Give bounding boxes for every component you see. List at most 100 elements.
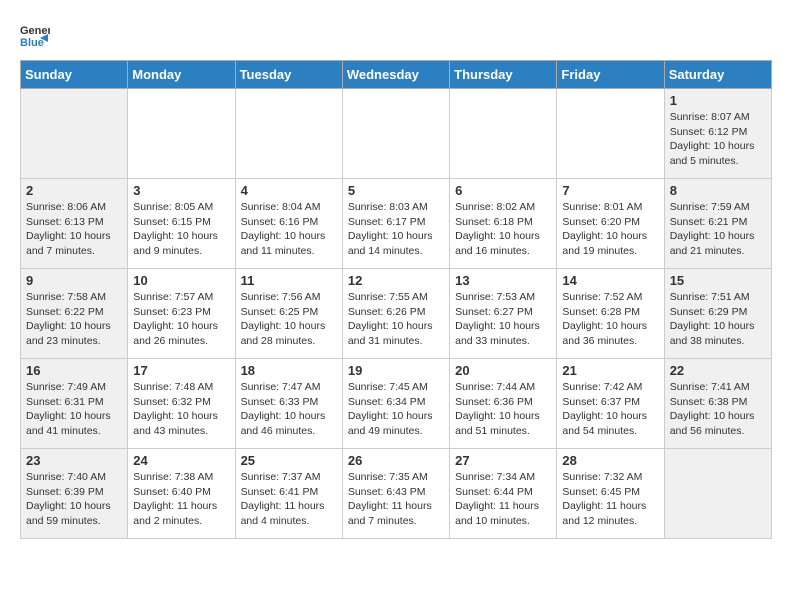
day-number: 14	[562, 273, 658, 288]
day-info: Sunrise: 8:05 AM Sunset: 6:15 PM Dayligh…	[133, 200, 229, 259]
day-number: 10	[133, 273, 229, 288]
day-cell: 27 Sunrise: 7:34 AM Sunset: 6:44 PM Dayli…	[450, 449, 557, 539]
day-cell: 11 Sunrise: 7:56 AM Sunset: 6:25 PM Dayli…	[235, 269, 342, 359]
day-number: 4	[241, 183, 337, 198]
day-number: 9	[26, 273, 122, 288]
day-cell: 26Sunrise: 7:35 AM Sunset: 6:43 PM Dayli…	[342, 449, 449, 539]
day-number: 21	[562, 363, 658, 378]
day-cell: 23 Sunrise: 7:40 AM Sunset: 6:39 PM Dayli…	[21, 449, 128, 539]
day-cell: 5Sunrise: 8:03 AM Sunset: 6:17 PM Daylig…	[342, 179, 449, 269]
day-info: Sunrise: 7:40 AM Sunset: 6:39 PM Dayligh…	[26, 470, 122, 529]
day-cell: 6 Sunrise: 8:02 AM Sunset: 6:18 PM Daylig…	[450, 179, 557, 269]
day-info: Sunrise: 7:44 AM Sunset: 6:36 PM Dayligh…	[455, 380, 551, 439]
day-info: Sunrise: 7:55 AM Sunset: 6:26 PM Dayligh…	[348, 290, 444, 349]
day-info: Sunrise: 7:38 AM Sunset: 6:40 PM Dayligh…	[133, 470, 229, 529]
logo-icon: General Blue	[20, 20, 50, 50]
day-number: 25	[241, 453, 337, 468]
day-number: 19	[348, 363, 444, 378]
svg-text:Blue: Blue	[20, 37, 44, 49]
day-info: Sunrise: 7:59 AM Sunset: 6:21 PM Dayligh…	[670, 200, 766, 259]
day-cell: 17 Sunrise: 7:48 AM Sunset: 6:32 PM Dayli…	[128, 359, 235, 449]
day-cell: 2 Sunrise: 8:06 AM Sunset: 6:13 PM Daylig…	[21, 179, 128, 269]
day-info: Sunrise: 8:07 AM Sunset: 6:12 PM Dayligh…	[670, 110, 766, 169]
weekday-header-friday: Friday	[557, 61, 664, 89]
day-number: 23	[26, 453, 122, 468]
day-number: 1	[670, 93, 766, 108]
day-number: 17	[133, 363, 229, 378]
week-row-2: 2 Sunrise: 8:06 AM Sunset: 6:13 PM Daylig…	[21, 179, 772, 269]
day-cell: 14 Sunrise: 7:52 AM Sunset: 6:28 PM Dayli…	[557, 269, 664, 359]
day-info: Sunrise: 7:58 AM Sunset: 6:22 PM Dayligh…	[26, 290, 122, 349]
day-cell: 8 Sunrise: 7:59 AM Sunset: 6:21 PM Daylig…	[664, 179, 771, 269]
week-row-4: 16 Sunrise: 7:49 AM Sunset: 6:31 PM Dayli…	[21, 359, 772, 449]
day-number: 8	[670, 183, 766, 198]
week-row-1: 1 Sunrise: 8:07 AM Sunset: 6:12 PM Daylig…	[21, 89, 772, 179]
day-number: 6	[455, 183, 551, 198]
day-number: 27	[455, 453, 551, 468]
day-cell	[664, 449, 771, 539]
day-number: 11	[241, 273, 337, 288]
day-cell	[557, 89, 664, 179]
day-info: Sunrise: 8:06 AM Sunset: 6:13 PM Dayligh…	[26, 200, 122, 259]
day-info: Sunrise: 7:37 AM Sunset: 6:41 PM Dayligh…	[241, 470, 337, 529]
header: General Blue	[20, 20, 772, 50]
day-info: Sunrise: 7:41 AM Sunset: 6:38 PM Dayligh…	[670, 380, 766, 439]
day-number: 16	[26, 363, 122, 378]
day-cell: 16 Sunrise: 7:49 AM Sunset: 6:31 PM Dayli…	[21, 359, 128, 449]
day-cell	[450, 89, 557, 179]
day-number: 7	[562, 183, 658, 198]
day-info: Sunrise: 7:35 AM Sunset: 6:43 PM Dayligh…	[348, 470, 444, 529]
day-cell: 15 Sunrise: 7:51 AM Sunset: 6:29 PM Dayli…	[664, 269, 771, 359]
weekday-header-row: SundayMondayTuesdayWednesdayThursdayFrid…	[21, 61, 772, 89]
day-info: Sunrise: 7:51 AM Sunset: 6:29 PM Dayligh…	[670, 290, 766, 349]
day-info: Sunrise: 7:42 AM Sunset: 6:37 PM Dayligh…	[562, 380, 658, 439]
day-cell: 9 Sunrise: 7:58 AM Sunset: 6:22 PM Daylig…	[21, 269, 128, 359]
day-info: Sunrise: 7:34 AM Sunset: 6:44 PM Dayligh…	[455, 470, 551, 529]
week-row-3: 9 Sunrise: 7:58 AM Sunset: 6:22 PM Daylig…	[21, 269, 772, 359]
day-number: 13	[455, 273, 551, 288]
day-number: 22	[670, 363, 766, 378]
day-cell: 24Sunrise: 7:38 AM Sunset: 6:40 PM Dayli…	[128, 449, 235, 539]
day-cell: 20Sunrise: 7:44 AM Sunset: 6:36 PM Dayli…	[450, 359, 557, 449]
day-info: Sunrise: 8:02 AM Sunset: 6:18 PM Dayligh…	[455, 200, 551, 259]
day-info: Sunrise: 7:53 AM Sunset: 6:27 PM Dayligh…	[455, 290, 551, 349]
day-cell: 4 Sunrise: 8:04 AM Sunset: 6:16 PM Daylig…	[235, 179, 342, 269]
day-cell	[21, 89, 128, 179]
day-cell: 1 Sunrise: 8:07 AM Sunset: 6:12 PM Daylig…	[664, 89, 771, 179]
day-number: 15	[670, 273, 766, 288]
day-cell: 12 Sunrise: 7:55 AM Sunset: 6:26 PM Dayli…	[342, 269, 449, 359]
weekday-header-saturday: Saturday	[664, 61, 771, 89]
day-info: Sunrise: 7:48 AM Sunset: 6:32 PM Dayligh…	[133, 380, 229, 439]
day-number: 18	[241, 363, 337, 378]
day-info: Sunrise: 7:49 AM Sunset: 6:31 PM Dayligh…	[26, 380, 122, 439]
day-cell: 18 Sunrise: 7:47 AM Sunset: 6:33 PM Dayli…	[235, 359, 342, 449]
logo: General Blue	[20, 20, 56, 50]
weekday-header-monday: Monday	[128, 61, 235, 89]
day-info: Sunrise: 7:57 AM Sunset: 6:23 PM Dayligh…	[133, 290, 229, 349]
day-info: Sunrise: 8:01 AM Sunset: 6:20 PM Dayligh…	[562, 200, 658, 259]
day-cell: 25 Sunrise: 7:37 AM Sunset: 6:41 PM Dayli…	[235, 449, 342, 539]
day-cell: 22 Sunrise: 7:41 AM Sunset: 6:38 PM Dayli…	[664, 359, 771, 449]
weekday-header-sunday: Sunday	[21, 61, 128, 89]
day-number: 2	[26, 183, 122, 198]
weekday-header-tuesday: Tuesday	[235, 61, 342, 89]
day-cell: 10 Sunrise: 7:57 AM Sunset: 6:23 PM Dayli…	[128, 269, 235, 359]
day-number: 12	[348, 273, 444, 288]
day-cell: 28Sunrise: 7:32 AM Sunset: 6:45 PM Dayli…	[557, 449, 664, 539]
day-info: Sunrise: 7:52 AM Sunset: 6:28 PM Dayligh…	[562, 290, 658, 349]
svg-text:General: General	[20, 25, 50, 37]
day-info: Sunrise: 7:56 AM Sunset: 6:25 PM Dayligh…	[241, 290, 337, 349]
weekday-header-wednesday: Wednesday	[342, 61, 449, 89]
day-cell	[342, 89, 449, 179]
day-cell: 3 Sunrise: 8:05 AM Sunset: 6:15 PM Daylig…	[128, 179, 235, 269]
weekday-header-thursday: Thursday	[450, 61, 557, 89]
day-info: Sunrise: 8:03 AM Sunset: 6:17 PM Dayligh…	[348, 200, 444, 259]
day-info: Sunrise: 7:32 AM Sunset: 6:45 PM Dayligh…	[562, 470, 658, 529]
day-info: Sunrise: 8:04 AM Sunset: 6:16 PM Dayligh…	[241, 200, 337, 259]
day-info: Sunrise: 7:45 AM Sunset: 6:34 PM Dayligh…	[348, 380, 444, 439]
day-number: 3	[133, 183, 229, 198]
day-cell	[235, 89, 342, 179]
day-cell	[128, 89, 235, 179]
day-cell: 19 Sunrise: 7:45 AM Sunset: 6:34 PM Dayli…	[342, 359, 449, 449]
day-info: Sunrise: 7:47 AM Sunset: 6:33 PM Dayligh…	[241, 380, 337, 439]
